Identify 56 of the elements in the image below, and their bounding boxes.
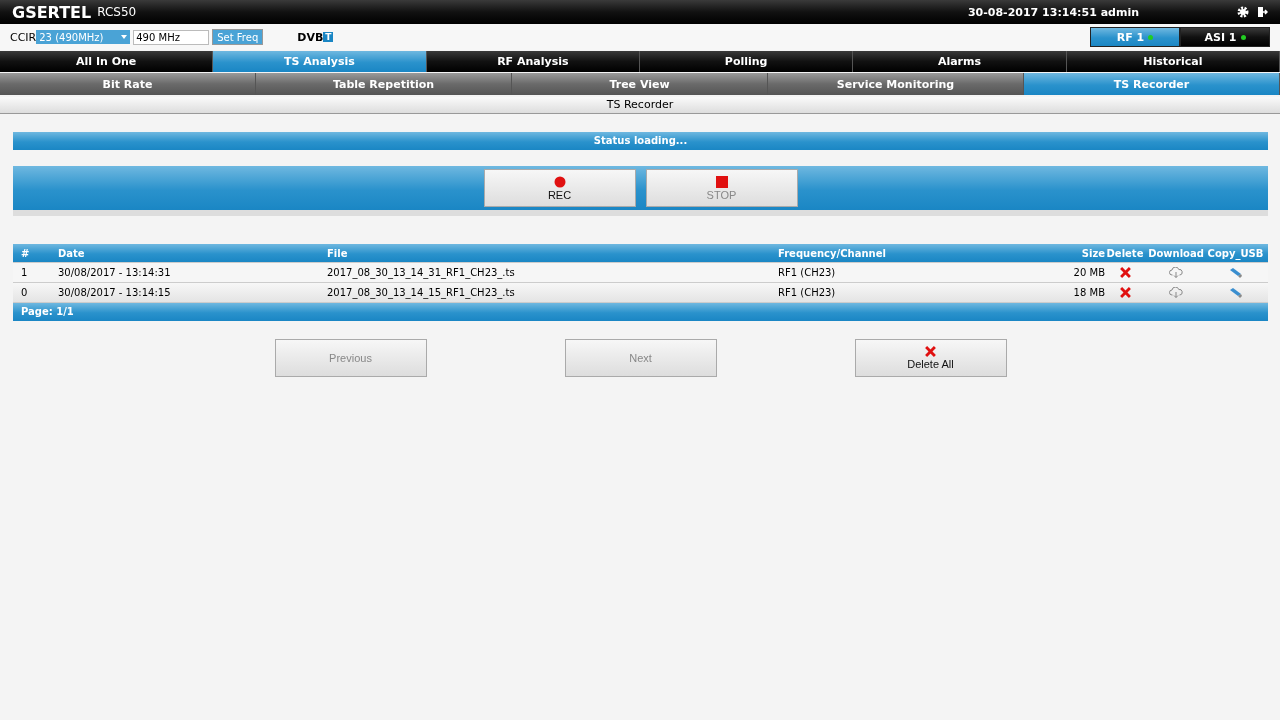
datetime-user: 30-08-2017 13:14:51 admin — [967, 5, 1139, 19]
delete-button[interactable]: Delete All — [854, 339, 1007, 377]
page-indicator: Page: 1/1 — [13, 303, 1268, 321]
logout-icon[interactable] — [1257, 6, 1268, 18]
input-tab[interactable]: ASI 1 — [1180, 27, 1270, 47]
dvb-logo: DVB T — [297, 30, 334, 44]
usb-stick-icon[interactable] — [1229, 287, 1242, 298]
column-header: Copy_USB — [1207, 247, 1264, 259]
column-header: # — [20, 247, 31, 259]
main-tab[interactable]: RF Analysis — [426, 51, 640, 72]
main-tab[interactable]: Historical — [1066, 51, 1280, 72]
table-cell-text: 30/08/2017 - 13:14:15 — [57, 287, 172, 298]
delete-icon[interactable] — [925, 346, 936, 357]
status-bar: Status loading... — [13, 132, 1268, 150]
table-cell-text: 18 MB — [1072, 287, 1105, 298]
main-tab[interactable]: Polling — [640, 51, 854, 72]
rec-button[interactable]: REC — [483, 169, 636, 207]
sub-tab[interactable]: Table Repetition — [256, 73, 512, 95]
column-header: File — [326, 247, 349, 259]
model-name: RCS50 — [97, 5, 138, 19]
record-icon — [553, 175, 566, 188]
table-cell-text: RF1 (CH23) — [777, 287, 837, 298]
settings-icon[interactable] — [1237, 6, 1249, 18]
sub-tab[interactable]: Bit Rate — [0, 73, 256, 95]
table-cell-text: RF1 (CH23) — [777, 267, 837, 278]
column-header: Delete — [1105, 247, 1145, 259]
main-tab[interactable]: TS Analysis — [213, 51, 427, 72]
brand-name: GSERTEL — [12, 2, 92, 22]
channel-dropdown[interactable]: 23 (490MHz) — [36, 30, 131, 44]
page-title: TS Recorder — [0, 97, 1280, 114]
stop-icon — [715, 175, 728, 188]
delete-icon[interactable] — [1119, 287, 1131, 298]
column-header: Download — [1147, 247, 1205, 259]
table-cell-text: 2017_08_30_13_14_31_RF1_CH23_.ts — [326, 267, 516, 278]
sub-tab[interactable]: Service Monitoring — [768, 73, 1024, 95]
sub-tab[interactable]: TS Recorder — [1024, 73, 1280, 95]
cloud-download-icon[interactable] — [1169, 267, 1183, 278]
column-header: Date — [57, 247, 86, 259]
input-tab[interactable]: RF 1 — [1090, 27, 1180, 47]
table-cell-text: 1 — [20, 267, 29, 278]
table-cell-text: 20 MB — [1072, 267, 1105, 278]
delete-icon[interactable] — [1119, 267, 1131, 278]
table-cell-text: 2017_08_30_13_14_15_RF1_CH23_.ts — [326, 287, 516, 298]
column-header: Size — [1080, 247, 1105, 259]
table-cell-text: 30/08/2017 - 13:14:31 — [57, 267, 172, 278]
main-tab[interactable]: Alarms — [853, 51, 1067, 72]
usb-stick-icon[interactable] — [1229, 267, 1242, 278]
ccir-label: CCIR — [10, 30, 37, 44]
table-cell-text: 0 — [20, 287, 29, 298]
frequency-field[interactable]: 490 MHz — [133, 29, 210, 45]
set-freq-button[interactable]: Set Freq — [212, 29, 264, 45]
cloud-download-icon[interactable] — [1169, 287, 1183, 298]
main-tab[interactable]: All In One — [0, 51, 214, 72]
column-header: Frequency/Channel — [777, 247, 887, 259]
sub-tab[interactable]: Tree View — [512, 73, 768, 95]
caret-icon — [121, 35, 128, 39]
